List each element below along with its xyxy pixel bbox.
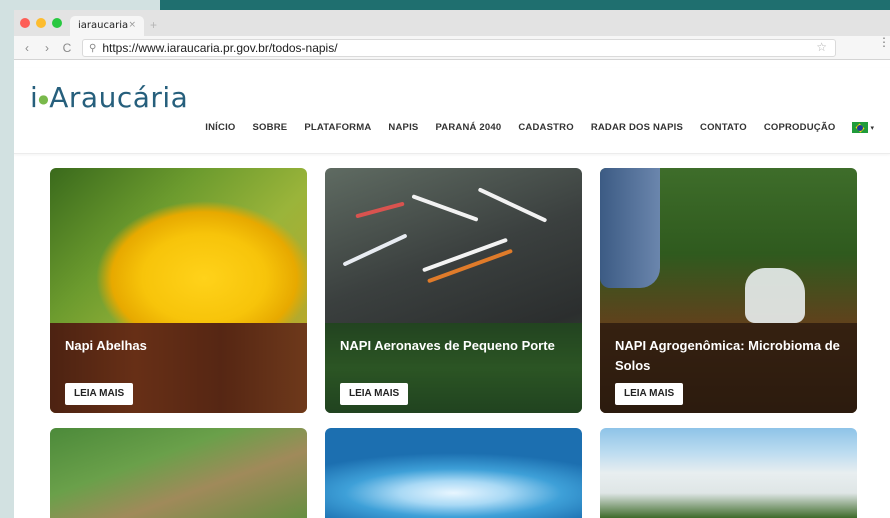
- forward-icon[interactable]: ›: [42, 41, 52, 55]
- nav-item-inicio[interactable]: INÍCIO: [205, 122, 235, 133]
- page-background-left: [0, 0, 14, 518]
- plane-shape: [477, 187, 548, 223]
- url-input[interactable]: ⚲ https://www.iaraucaria.pr.gov.br/todos…: [82, 39, 836, 57]
- nav-item-coproducao[interactable]: COPRODUÇÃO: [764, 122, 836, 133]
- back-icon[interactable]: ‹: [22, 41, 32, 55]
- nav-item-sobre[interactable]: SOBRE: [253, 122, 288, 133]
- napi-card-water[interactable]: [325, 428, 582, 518]
- address-bar: ‹ › C ⚲ https://www.iaraucaria.pr.gov.br…: [14, 36, 890, 60]
- sample-bag-shape: [745, 268, 805, 323]
- plane-shape: [411, 194, 479, 222]
- water-splash-image: [325, 428, 582, 518]
- farm-aerial-image: [50, 428, 307, 518]
- reload-icon[interactable]: C: [62, 41, 72, 55]
- napi-card-aeronaves[interactable]: NAPI Aeronaves de Pequeno Porte LEIA MAI…: [325, 168, 582, 413]
- card-title: NAPI Aeronaves de Pequeno Porte: [340, 338, 555, 353]
- nav-item-cadastro[interactable]: CADASTRO: [518, 122, 573, 133]
- plane-shape: [355, 201, 405, 219]
- browser-menu-icon[interactable]: ⋮: [878, 36, 890, 48]
- plane-shape: [342, 233, 408, 267]
- minimize-window-button[interactable]: [36, 18, 46, 28]
- napi-card-farm[interactable]: [50, 428, 307, 518]
- card-title: Napi Abelhas: [65, 338, 147, 353]
- search-icon: ⚲: [89, 42, 97, 54]
- new-tab-button[interactable]: +: [150, 18, 157, 32]
- tab-title: iaraucaria: [78, 20, 129, 31]
- main-nav: INÍCIO SOBRE PLATAFORMA NAPIS PARANÁ 204…: [205, 122, 874, 133]
- browser-tab[interactable]: iaraucaria ×: [70, 16, 144, 36]
- nav-item-plataforma[interactable]: PLATAFORMA: [304, 122, 371, 133]
- greenhouse-image: [600, 428, 857, 518]
- close-window-button[interactable]: [20, 18, 30, 28]
- site-logo[interactable]: i●Araucária: [30, 81, 188, 114]
- leia-mais-button[interactable]: LEIA MAIS: [65, 383, 134, 405]
- chevron-down-icon: ▾: [870, 124, 874, 132]
- maximize-window-button[interactable]: [52, 18, 62, 28]
- napi-card-abelhas[interactable]: Napi Abelhas LEIA MAIS: [50, 168, 307, 413]
- logo-main: Araucária: [49, 81, 189, 114]
- browser-window: iaraucaria × + ‹ › C ⚲ https://www.iarau…: [14, 10, 890, 518]
- leia-mais-button[interactable]: LEIA MAIS: [340, 383, 409, 405]
- logo-dot-icon: ●: [38, 92, 50, 106]
- person-legs-shape: [600, 168, 660, 288]
- nav-item-parana-2040[interactable]: PARANÁ 2040: [435, 122, 501, 133]
- brazil-flag-icon: [852, 122, 869, 133]
- nav-item-radar-dos-napis[interactable]: RADAR DOS NAPIS: [591, 122, 683, 133]
- napi-card-agrogenomica[interactable]: NAPI Agrogenômica: Microbioma de Solos L…: [600, 168, 857, 413]
- leia-mais-button[interactable]: LEIA MAIS: [615, 383, 684, 405]
- napi-card-greenhouse[interactable]: [600, 428, 857, 518]
- site-header: i●Araucária INÍCIO SOBRE PLATAFORMA NAPI…: [14, 68, 890, 154]
- language-selector[interactable]: ▾: [852, 122, 874, 133]
- nav-item-contato[interactable]: CONTATO: [700, 122, 747, 133]
- nav-item-napis[interactable]: NAPIS: [388, 122, 418, 133]
- url-text: https://www.iaraucaria.pr.gov.br/todos-n…: [102, 41, 338, 55]
- tab-bar: iaraucaria × +: [14, 10, 890, 36]
- bookmark-star-icon[interactable]: ☆: [816, 40, 827, 54]
- tab-close-icon[interactable]: ×: [128, 20, 136, 32]
- window-controls: [20, 18, 62, 28]
- card-title: NAPI Agrogenômica: Microbioma de Solos: [615, 338, 840, 373]
